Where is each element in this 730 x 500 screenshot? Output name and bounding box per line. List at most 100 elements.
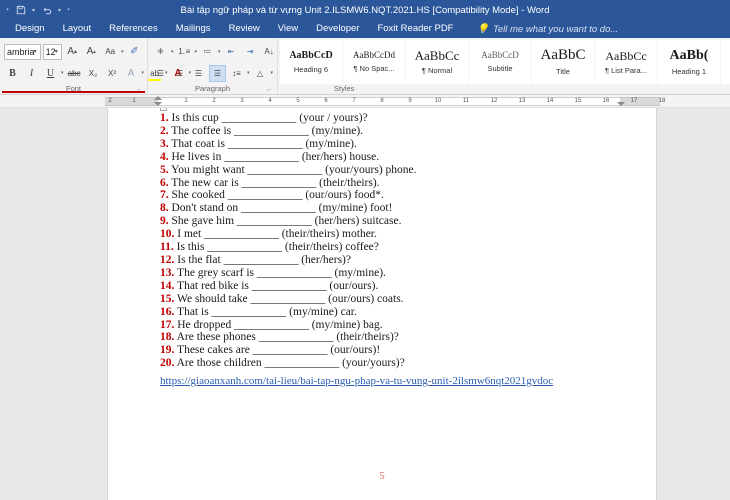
style-title[interactable]: AaBbC Title: [532, 40, 594, 84]
horizontal-ruler[interactable]: 2 1 1 2 3 4 5 6 7 8 9 10 11 12 13 14 15 …: [0, 95, 730, 108]
question-line: 2. The coffee is _____________ (my/mine)…: [160, 125, 642, 138]
quick-access-toolbar[interactable]: ▪ ▾ ▾ ▪: [0, 3, 72, 18]
redo-icon[interactable]: ▪: [65, 7, 72, 13]
question-text-before: Is this cup: [172, 112, 219, 124]
underline-icon[interactable]: U: [42, 65, 59, 82]
question-text-after: (their/theirs) mother.: [282, 228, 377, 240]
tell-me-search[interactable]: 💡 Tell me what you want to do...: [476, 24, 618, 35]
answer-blank[interactable]: _____________: [237, 215, 312, 227]
answer-blank[interactable]: _____________: [251, 293, 326, 305]
answer-blank[interactable]: _____________: [259, 331, 334, 343]
style-subtle-emphasis[interactable]: AaBbCc Subtle Em...: [721, 40, 730, 84]
first-line-indent-marker[interactable]: [154, 96, 162, 100]
numbering-icon[interactable]: ⒈≡: [176, 43, 193, 60]
qat-separator-icon: ▪: [4, 7, 11, 13]
shrink-font-icon[interactable]: A▴: [83, 43, 100, 60]
strikethrough-icon[interactable]: abc: [66, 65, 83, 82]
style-no-spacing[interactable]: AaBbCcDd ¶ No Spac...: [343, 40, 405, 84]
line-spacing-icon[interactable]: ↕≡: [228, 65, 245, 82]
answer-blank[interactable]: _____________: [234, 125, 309, 137]
answer-blank[interactable]: _____________: [242, 177, 317, 189]
change-case-dropdown-icon[interactable]: ▾: [121, 49, 124, 55]
multilevel-list-icon[interactable]: ≔: [199, 43, 216, 60]
title-bar: ▪ ▾ ▾ ▪ Bài tập ngữ pháp và từ vựng Unit…: [0, 0, 730, 20]
shading-dropdown-icon[interactable]: ▾: [271, 70, 274, 76]
table-move-handle-icon[interactable]: [160, 108, 167, 111]
change-case-icon[interactable]: Aa: [102, 43, 119, 60]
tab-mailings[interactable]: Mailings: [167, 20, 220, 38]
undo-dropdown-icon[interactable]: ▾: [56, 7, 63, 14]
font-name-input[interactable]: ambria ▾: [4, 44, 41, 60]
question-line: 10. I met _____________ (their/theirs) m…: [160, 228, 642, 241]
tab-design[interactable]: Design: [6, 20, 54, 38]
numbering-dropdown-icon[interactable]: ▾: [195, 49, 198, 55]
answer-blank[interactable]: _____________: [234, 319, 309, 331]
shading-icon[interactable]: △: [252, 65, 269, 82]
answer-blank[interactable]: _____________: [204, 228, 279, 240]
answer-blank[interactable]: _____________: [252, 280, 327, 292]
underline-dropdown-icon[interactable]: ▾: [61, 70, 64, 76]
tab-foxit-reader-pdf[interactable]: Foxit Reader PDF: [368, 20, 462, 38]
align-center-icon[interactable]: ☰: [171, 65, 188, 82]
bullets-dropdown-icon[interactable]: ▾: [171, 49, 174, 55]
align-left-icon[interactable]: ☰: [152, 65, 169, 82]
lightbulb-icon: 💡: [476, 24, 488, 35]
answer-blank[interactable]: _____________: [257, 267, 332, 279]
multilevel-list-dropdown-icon[interactable]: ▾: [218, 49, 221, 55]
answer-blank[interactable]: _____________: [207, 241, 282, 253]
tab-references[interactable]: References: [100, 20, 167, 38]
answer-blank[interactable]: _____________: [222, 112, 297, 124]
answer-blank[interactable]: _____________: [241, 202, 316, 214]
question-number: 5.: [160, 164, 169, 176]
chevron-down-icon[interactable]: ▾: [34, 48, 37, 55]
justify-icon[interactable]: ☰: [209, 65, 226, 82]
style-heading-1[interactable]: AaBb( Heading 1: [658, 40, 720, 84]
answer-blank[interactable]: _____________: [228, 189, 303, 201]
source-hyperlink[interactable]: https://giaoanxanh.com/tai-lieu/bai-tap-…: [160, 375, 553, 387]
page-number-footer: 5: [108, 470, 656, 482]
subscript-icon[interactable]: X₂: [85, 65, 102, 82]
answer-blank[interactable]: _____________: [264, 357, 339, 369]
answer-blank[interactable]: _____________: [228, 138, 303, 150]
chevron-down-icon[interactable]: ▾: [55, 48, 58, 55]
paragraph-dialog-launcher-icon[interactable]: ⌐: [267, 87, 271, 94]
clear-formatting-icon[interactable]: ✐: [126, 43, 143, 60]
align-right-icon[interactable]: ☰: [190, 65, 207, 82]
decrease-indent-icon[interactable]: ⇤: [223, 43, 240, 60]
answer-blank[interactable]: _____________: [224, 254, 299, 266]
style-list-paragraph[interactable]: AaBbCc ¶ List Para...: [595, 40, 657, 84]
superscript-icon[interactable]: X²: [104, 65, 121, 82]
line-spacing-dropdown-icon[interactable]: ▾: [247, 70, 250, 76]
style-preview: AaBbCc: [605, 50, 646, 62]
tab-review[interactable]: Review: [220, 20, 269, 38]
right-indent-marker[interactable]: [617, 102, 625, 106]
answer-blank[interactable]: _____________: [248, 164, 323, 176]
question-text-after: (your/yours)?: [342, 357, 405, 369]
italic-icon[interactable]: I: [23, 65, 40, 82]
save-icon[interactable]: [13, 3, 28, 18]
font-size-input[interactable]: 12 ▾: [43, 44, 62, 60]
document-area[interactable]: 1. Is this cup _____________ (your / you…: [0, 108, 730, 500]
tab-developer[interactable]: Developer: [307, 20, 368, 38]
save-dropdown-icon[interactable]: ▾: [30, 7, 37, 14]
increase-indent-icon[interactable]: ⇥: [242, 43, 259, 60]
text-effects-dropdown-icon[interactable]: ▾: [142, 70, 145, 76]
style-heading-6[interactable]: AaBbCcD Heading 6: [280, 40, 342, 84]
style-normal[interactable]: AaBbCc ¶ Normal: [406, 40, 468, 84]
style-subtitle[interactable]: AaBbCcD Subtitle: [469, 40, 531, 84]
tab-layout[interactable]: Layout: [54, 20, 101, 38]
bullets-icon[interactable]: ⁜: [152, 43, 169, 60]
grow-font-icon[interactable]: A▴: [64, 43, 81, 60]
document-content[interactable]: 1. Is this cup _____________ (your / you…: [160, 112, 642, 389]
answer-blank[interactable]: _____________: [212, 306, 287, 318]
answer-blank[interactable]: _____________: [253, 344, 328, 356]
document-page[interactable]: 1. Is this cup _____________ (your / you…: [107, 108, 657, 500]
hanging-indent-marker[interactable]: [154, 102, 162, 106]
text-effects-icon[interactable]: A: [123, 65, 140, 82]
undo-icon[interactable]: [39, 3, 54, 18]
font-dialog-launcher-icon[interactable]: ⌐: [137, 87, 141, 94]
answer-blank[interactable]: _____________: [224, 151, 299, 163]
bold-icon[interactable]: B: [4, 65, 21, 82]
tab-view[interactable]: View: [269, 20, 307, 38]
sort-icon[interactable]: A↓: [261, 43, 278, 60]
